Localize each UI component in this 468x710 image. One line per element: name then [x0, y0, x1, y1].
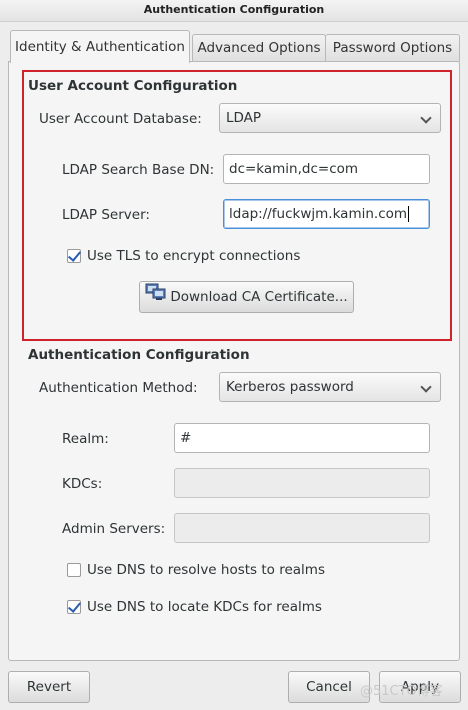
ldap-search-base-input[interactable]: dc=kamin,dc=com [223, 154, 430, 184]
window-title: Authentication Configuration [0, 0, 468, 22]
user-account-database-value: LDAP [226, 110, 262, 126]
ldap-server-value: ldap://fuckwjm.kamin.com [229, 206, 408, 222]
admin-servers-input[interactable] [174, 513, 430, 543]
authentication-method-label: Authentication Method: [39, 380, 198, 396]
cancel-button[interactable]: Cancel [288, 671, 370, 703]
dns-locate-kdcs-label: Use DNS to locate KDCs for realms [87, 599, 322, 615]
dns-locate-kdcs-checkbox[interactable] [67, 600, 81, 614]
download-ca-certificate-label: Download CA Certificate... [170, 289, 348, 305]
user-account-database-combo[interactable]: LDAP [219, 103, 441, 133]
user-account-section-title: User Account Configuration [28, 78, 238, 94]
chevron-down-icon [420, 112, 432, 124]
ldap-search-base-value: dc=kamin,dc=com [229, 161, 359, 177]
chevron-down-icon [420, 381, 432, 393]
text-cursor [408, 206, 410, 222]
user-account-database-label: User Account Database: [39, 111, 202, 127]
realm-label: Realm: [62, 431, 109, 447]
kdcs-label: KDCs: [62, 476, 103, 492]
admin-servers-label: Admin Servers: [62, 521, 166, 537]
ldap-server-input[interactable]: ldap://fuckwjm.kamin.com [223, 199, 430, 229]
ldap-server-label: LDAP Server: [62, 207, 150, 223]
dns-resolve-hosts-label: Use DNS to resolve hosts to realms [87, 562, 325, 578]
authentication-method-value: Kerberos password [226, 379, 354, 395]
ldap-search-base-label: LDAP Search Base DN: [62, 162, 215, 178]
kdcs-input[interactable] [174, 468, 430, 498]
download-ca-certificate-button[interactable]: Download CA Certificate... [139, 281, 354, 313]
dns-resolve-hosts-checkbox[interactable] [67, 563, 81, 577]
realm-value: # [180, 430, 192, 446]
tab-identity-authentication[interactable]: Identity & Authentication [10, 30, 190, 63]
tab-password-options[interactable]: Password Options [325, 34, 460, 62]
authentication-section-title: Authentication Configuration [28, 347, 250, 363]
network-computers-icon [145, 282, 167, 312]
realm-input[interactable]: # [174, 423, 430, 453]
watermark: @51CTO博客 [360, 684, 443, 699]
use-tls-label: Use TLS to encrypt connections [87, 248, 301, 264]
tab-advanced-options[interactable]: Advanced Options [192, 34, 326, 62]
use-tls-checkbox[interactable] [67, 249, 81, 263]
authentication-method-combo[interactable]: Kerberos password [219, 372, 441, 402]
revert-button[interactable]: Revert [8, 671, 90, 703]
